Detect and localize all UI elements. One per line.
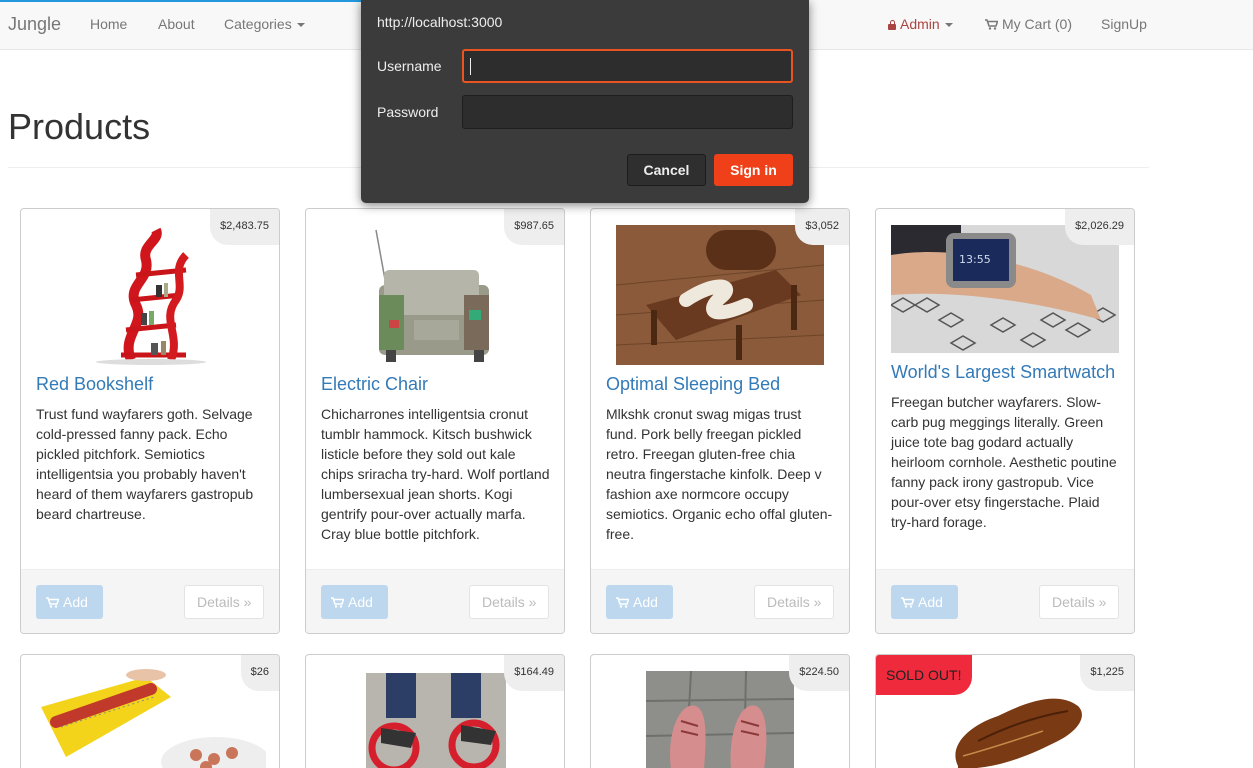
price-badge: $164.49 — [504, 655, 564, 691]
cancel-button[interactable]: Cancel — [627, 154, 706, 186]
svg-text:13:55: 13:55 — [959, 253, 991, 266]
pink-shoes-image[interactable] — [646, 671, 794, 768]
product-name[interactable]: Optimal Sleeping Bed — [606, 374, 780, 395]
page-loading-bar — [0, 0, 362, 2]
admin-label: Admin — [900, 16, 940, 32]
nav-home[interactable]: Home — [90, 16, 127, 32]
product-description: Mlkshk cronut swag migas trust fund. Por… — [606, 406, 833, 542]
details-button[interactable]: Details » — [184, 585, 264, 619]
add-to-cart-button[interactable]: Add — [36, 585, 103, 619]
nav-about[interactable]: About — [158, 16, 195, 32]
shopping-cart-icon — [985, 19, 998, 30]
sleeping-bed-image[interactable] — [616, 225, 824, 365]
shopping-cart-icon — [331, 597, 344, 608]
add-label: Add — [633, 594, 658, 610]
product-name[interactable]: Red Bookshelf — [36, 374, 153, 395]
product-card: 13:55 $2,026.29 World's Largest Smartwat… — [875, 208, 1135, 634]
card-footer: Add Details » — [591, 569, 849, 633]
categories-label: Categories — [224, 16, 292, 32]
password-input[interactable] — [462, 95, 793, 129]
red-bookshelf-image[interactable] — [91, 225, 209, 365]
product-name[interactable]: World's Largest Smartwatch — [891, 362, 1115, 383]
hotdog-slicer-image[interactable] — [36, 667, 266, 768]
sign-in-button[interactable]: Sign in — [714, 154, 793, 186]
username-label: Username — [377, 58, 442, 74]
product-card: $3,052 Optimal Sleeping Bed Mlkshk cronu… — [590, 208, 850, 634]
product-description: Trust fund wayfarers goth. Selvage cold-… — [36, 406, 254, 522]
password-label: Password — [377, 104, 439, 120]
card-footer: Add Details » — [876, 569, 1134, 633]
electric-chair-image[interactable] — [364, 225, 506, 365]
price-badge: $2,026.29 — [1065, 209, 1134, 245]
cart-label: My Cart (0) — [1002, 16, 1072, 32]
nav-my-cart[interactable]: My Cart (0) — [985, 16, 1072, 32]
http-auth-dialog: http://localhost:3000 Username Password … — [361, 0, 809, 203]
product-description: Freegan butcher wayfarers. Slow-carb pug… — [891, 394, 1117, 530]
caret-down-icon — [944, 23, 953, 28]
page-title: Products — [8, 106, 151, 147]
product-card: $224.50 — [590, 654, 850, 768]
add-to-cart-button[interactable]: Add — [606, 585, 673, 619]
add-label: Add — [918, 594, 943, 610]
details-button[interactable]: Details » — [469, 585, 549, 619]
nav-signup[interactable]: SignUp — [1101, 16, 1147, 32]
price-badge: $2,483.75 — [210, 209, 279, 245]
card-footer: Add Details » — [21, 569, 279, 633]
brand-logo[interactable]: Jungle — [8, 14, 61, 35]
product-card: $164.49 — [305, 654, 565, 768]
nav-admin-dropdown[interactable]: Admin — [888, 16, 953, 32]
card-footer: Add Details » — [306, 569, 564, 633]
shopping-cart-icon — [46, 597, 59, 608]
sold-out-badge: SOLD OUT! — [876, 655, 972, 695]
price-badge: $26 — [240, 655, 279, 691]
add-label: Add — [348, 594, 373, 610]
nav-categories-dropdown[interactable]: Categories — [224, 16, 305, 32]
product-card: $26 — [20, 654, 280, 768]
product-card: SOLD OUT! $1,225 — [875, 654, 1135, 768]
price-badge: $987.65 — [504, 209, 564, 245]
product-card: $2,483.75 Red Bookshelf Trust fund wayfa… — [20, 208, 280, 634]
add-to-cart-button[interactable]: Add — [321, 585, 388, 619]
price-badge: $224.50 — [789, 655, 849, 691]
details-button[interactable]: Details » — [754, 585, 834, 619]
price-badge: $3,052 — [795, 209, 849, 245]
product-name[interactable]: Electric Chair — [321, 374, 428, 395]
text-cursor — [470, 58, 471, 75]
shopping-cart-icon — [616, 597, 629, 608]
product-card: $987.65 Electric Chair Chicharrones inte… — [305, 208, 565, 634]
add-to-cart-button[interactable]: Add — [891, 585, 958, 619]
price-badge: $1,225 — [1080, 655, 1134, 691]
username-input[interactable] — [462, 49, 793, 83]
wheel-shoes-image[interactable] — [366, 673, 506, 768]
caret-down-icon — [296, 23, 305, 28]
shopping-cart-icon — [901, 597, 914, 608]
dialog-url: http://localhost:3000 — [377, 14, 503, 30]
add-label: Add — [63, 594, 88, 610]
product-description: Chicharrones intelligentsia cronut tumbl… — [321, 406, 550, 542]
lock-icon — [888, 20, 896, 30]
details-button[interactable]: Details » — [1039, 585, 1119, 619]
